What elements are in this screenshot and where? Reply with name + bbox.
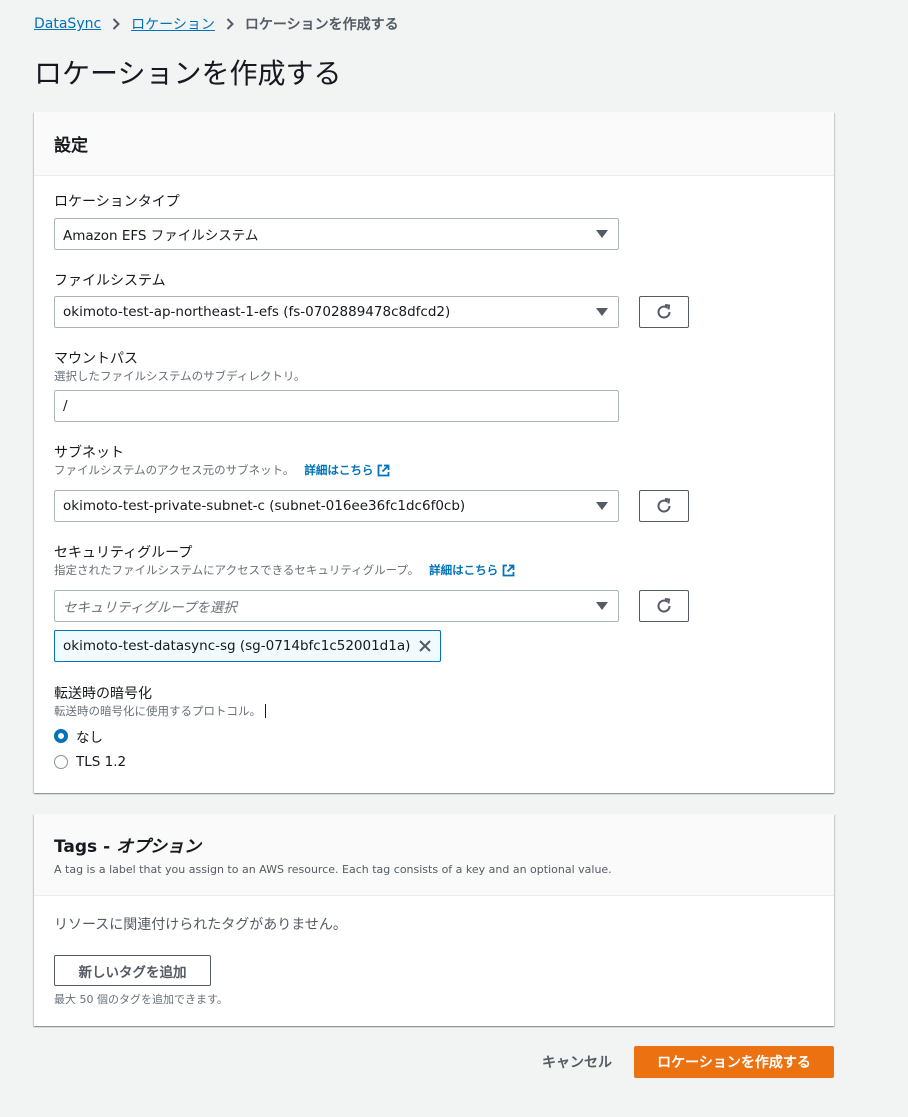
cancel-button[interactable]: キャンセル — [530, 1046, 624, 1078]
caret-down-icon — [596, 308, 608, 316]
refresh-icon — [657, 598, 671, 613]
subnet-value: okimoto-test-private-subnet-c (subnet-01… — [63, 498, 466, 514]
mount-path-value: / — [63, 398, 68, 414]
subnet-select[interactable]: okimoto-test-private-subnet-c (subnet-01… — [54, 490, 619, 522]
breadcrumb-current: ロケーションを作成する — [244, 17, 399, 33]
security-group-learn-more-link[interactable]: 詳細はこちら — [429, 562, 515, 578]
create-location-button[interactable]: ロケーションを作成する — [634, 1046, 834, 1078]
subnet-label: サブネット — [54, 445, 124, 461]
security-group-refresh-button[interactable] — [639, 590, 689, 622]
file-system-field: ファイルシステム — [54, 272, 166, 290]
location-type-label: ロケーションタイプ — [54, 194, 180, 210]
breadcrumb: DataSync ロケーション ロケーションを作成する — [34, 14, 399, 34]
external-link-icon — [502, 564, 515, 576]
security-group-learn-more-text: 詳細はこちら — [429, 563, 499, 577]
tags-title: Tags - オプション — [54, 832, 814, 857]
settings-title: 設定 — [54, 136, 88, 156]
tag-limit-text: 最大 50 個のタグを追加できます。 — [54, 993, 228, 1006]
mount-path-input[interactable]: / — [54, 390, 619, 422]
breadcrumb-locations-link[interactable]: ロケーション — [131, 14, 215, 34]
security-group-description-row: 指定されたファイルシステムにアクセスできるセキュリティグループ。 詳細はこちら — [54, 562, 515, 578]
mount-path-description: 選択したファイルシステムのサブディレクトリ。 — [54, 369, 306, 383]
subnet-field: サブネット ファイルシステムのアクセス元のサブネット。 詳細はこちら — [54, 444, 390, 478]
tags-title-optional: オプション — [116, 837, 202, 857]
radio-checked-icon[interactable] — [54, 729, 68, 743]
mount-path-label: マウントパス — [54, 351, 138, 367]
location-type-select[interactable]: Amazon EFS ファイルシステム — [54, 218, 619, 250]
encryption-field: 転送時の暗号化 転送時の暗号化に使用するプロトコル。 — [54, 685, 266, 719]
chevron-right-icon — [111, 18, 121, 30]
subnet-learn-more-link[interactable]: 詳細はこちら — [304, 462, 390, 478]
caret-down-icon — [596, 602, 608, 610]
security-group-token: okimoto-test-datasync-sg (sg-0714bfc1c52… — [54, 630, 442, 662]
security-group-field: セキュリティグループ 指定されたファイルシステムにアクセスできるセキュリティグル… — [54, 544, 515, 578]
tags-description: A tag is a label that you assign to an A… — [54, 863, 612, 876]
no-tags-text: リソースに関連付けられたタグがありません。 — [54, 917, 347, 933]
settings-panel: 設定 ロケーションタイプ Amazon EFS ファイルシステム ファイルシステ… — [34, 112, 834, 793]
encryption-description-row: 転送時の暗号化に使用するプロトコル。 — [54, 703, 266, 719]
tags-title-text: Tags - — [54, 837, 117, 857]
encryption-option-tls-label: TLS 1.2 — [76, 754, 127, 770]
subnet-refresh-button[interactable] — [639, 490, 689, 522]
encryption-description: 転送時の暗号化に使用するプロトコル。 — [54, 704, 261, 718]
tags-panel-header: Tags - オプション A tag is a label that you a… — [34, 814, 834, 896]
close-icon[interactable] — [418, 639, 432, 653]
refresh-icon — [657, 304, 671, 319]
caret-down-icon — [596, 230, 608, 238]
security-group-label: セキュリティグループ — [54, 545, 193, 561]
security-group-token-label: okimoto-test-datasync-sg (sg-0714bfc1c52… — [63, 638, 411, 654]
file-system-value: okimoto-test-ap-northeast-1-efs (fs-0702… — [63, 304, 451, 320]
encryption-option-none[interactable]: なし — [54, 726, 103, 746]
text-cursor — [265, 704, 266, 718]
security-group-select[interactable]: セキュリティグループを選択 — [54, 590, 619, 622]
radio-unchecked-icon[interactable] — [54, 755, 68, 769]
subnet-learn-more-text: 詳細はこちら — [304, 463, 374, 477]
subnet-description-row: ファイルシステムのアクセス元のサブネット。 詳細はこちら — [54, 462, 390, 478]
breadcrumb-datasync-link[interactable]: DataSync — [34, 16, 101, 32]
file-system-refresh-button[interactable] — [639, 296, 689, 328]
file-system-label: ファイルシステム — [54, 273, 166, 289]
settings-panel-header: 設定 — [34, 112, 834, 176]
refresh-icon — [657, 498, 671, 513]
encryption-option-none-label: なし — [76, 730, 103, 746]
subnet-description: ファイルシステムのアクセス元のサブネット。 — [54, 463, 295, 477]
encryption-label: 転送時の暗号化 — [54, 686, 152, 702]
location-type-value: Amazon EFS ファイルシステム — [63, 228, 259, 244]
location-type-field: ロケーションタイプ — [54, 193, 180, 211]
security-group-placeholder: セキュリティグループを選択 — [63, 600, 237, 616]
external-link-icon — [377, 464, 390, 476]
page-title: ロケーションを作成する — [34, 57, 342, 90]
caret-down-icon — [596, 502, 608, 510]
tags-panel: Tags - オプション A tag is a label that you a… — [34, 814, 834, 1026]
chevron-right-icon — [225, 18, 235, 30]
file-system-select[interactable]: okimoto-test-ap-northeast-1-efs (fs-0702… — [54, 296, 619, 328]
mount-path-field: マウントパス 選択したファイルシステムのサブディレクトリ。 — [54, 350, 305, 384]
security-group-description: 指定されたファイルシステムにアクセスできるセキュリティグループ。 — [54, 563, 420, 577]
encryption-option-tls[interactable]: TLS 1.2 — [54, 752, 126, 772]
add-tag-button[interactable]: 新しいタグを追加 — [54, 955, 211, 986]
